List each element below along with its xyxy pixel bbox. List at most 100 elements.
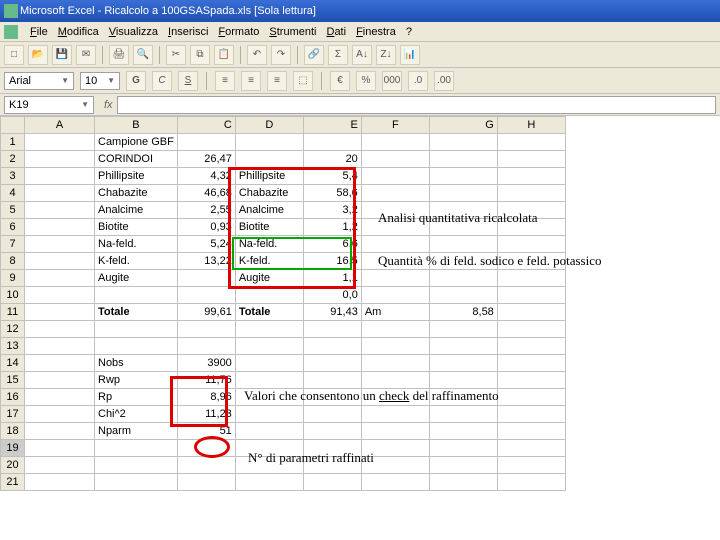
cell-G8[interactable] [429,253,497,270]
column-header-F[interactable]: F [361,117,429,134]
column-header-H[interactable]: H [497,117,565,134]
cell-H12[interactable] [497,321,565,338]
cell-G19[interactable] [429,440,497,457]
menu-help[interactable]: ? [406,26,412,38]
column-header-C[interactable]: C [177,117,235,134]
cell-A19[interactable] [25,440,95,457]
column-header-G[interactable]: G [429,117,497,134]
thousands-button[interactable]: 000 [382,71,402,91]
redo-button[interactable]: ↷ [271,45,291,65]
cell-H17[interactable] [497,406,565,423]
menu-modifica[interactable]: Modifica [58,26,99,38]
sort-desc-button[interactable]: Z↓ [376,45,396,65]
cell-C3[interactable]: 4,32 [177,168,235,185]
cell-G9[interactable] [429,270,497,287]
cell-E5[interactable]: 3,2 [303,202,361,219]
cell-C16[interactable]: 8,96 [177,389,235,406]
cell-B17[interactable]: Chi^2 [95,406,178,423]
row-header-6[interactable]: 6 [1,219,25,236]
cell-B12[interactable] [95,321,178,338]
column-header-E[interactable]: E [303,117,361,134]
cell-H5[interactable] [497,202,565,219]
cell-B18[interactable]: Nparm [95,423,178,440]
cell-H16[interactable] [497,389,565,406]
cell-H19[interactable] [497,440,565,457]
row-header-12[interactable]: 12 [1,321,25,338]
cell-F3[interactable] [361,168,429,185]
font-selector[interactable]: Arial▼ [4,72,74,90]
cell-F8[interactable] [361,253,429,270]
cell-F1[interactable] [361,134,429,151]
cell-H3[interactable] [497,168,565,185]
column-header-A[interactable]: A [25,117,95,134]
menu-file[interactable]: File [30,26,48,38]
cell-C18[interactable]: 51 [177,423,235,440]
row-header-19[interactable]: 19 [1,440,25,457]
link-button[interactable]: 🔗 [304,45,324,65]
cell-G18[interactable] [429,423,497,440]
cell-E14[interactable] [303,355,361,372]
cell-F12[interactable] [361,321,429,338]
cell-D11[interactable]: Totale [235,304,303,321]
cell-B2[interactable]: CORINDOI [95,151,178,168]
cell-B14[interactable]: Nobs [95,355,178,372]
cell-B16[interactable]: Rp [95,389,178,406]
cell-A10[interactable] [25,287,95,304]
cell-D2[interactable] [235,151,303,168]
row-header-13[interactable]: 13 [1,338,25,355]
column-header-D[interactable]: D [235,117,303,134]
paste-button[interactable]: 📋 [214,45,234,65]
cell-B15[interactable]: Rwp [95,372,178,389]
cell-F15[interactable] [361,372,429,389]
cell-F19[interactable] [361,440,429,457]
cell-E15[interactable] [303,372,361,389]
row-header-7[interactable]: 7 [1,236,25,253]
cell-F20[interactable] [361,457,429,474]
cell-A15[interactable] [25,372,95,389]
cell-H18[interactable] [497,423,565,440]
cell-C17[interactable]: 11,23 [177,406,235,423]
cell-H8[interactable] [497,253,565,270]
row-header-9[interactable]: 9 [1,270,25,287]
cell-G12[interactable] [429,321,497,338]
preview-button[interactable]: 🔍 [133,45,153,65]
cell-F16[interactable] [361,389,429,406]
cell-A7[interactable] [25,236,95,253]
cell-E10[interactable]: 0,0 [303,287,361,304]
name-box[interactable]: K19▼ [4,96,94,114]
cell-F9[interactable] [361,270,429,287]
cut-button[interactable]: ✂ [166,45,186,65]
cell-G3[interactable] [429,168,497,185]
cell-F6[interactable] [361,219,429,236]
formula-input[interactable] [117,96,716,114]
cell-B4[interactable]: Chabazite [95,185,178,202]
align-right-button[interactable]: ≡ [267,71,287,91]
cell-G1[interactable] [429,134,497,151]
cell-E13[interactable] [303,338,361,355]
font-size-selector[interactable]: 10▼ [80,72,120,90]
cell-C8[interactable]: 13,22 [177,253,235,270]
cell-D8[interactable]: K-feld. [235,253,303,270]
menu-dati[interactable]: Dati [326,26,346,38]
cell-D9[interactable]: Augite [235,270,303,287]
cell-E19[interactable] [303,440,361,457]
cell-D1[interactable] [235,134,303,151]
cell-H7[interactable] [497,236,565,253]
cell-E12[interactable] [303,321,361,338]
cell-D21[interactable] [235,474,303,491]
menu-formato[interactable]: Formato [218,26,259,38]
cell-D14[interactable] [235,355,303,372]
row-header-15[interactable]: 15 [1,372,25,389]
cell-B21[interactable] [95,474,178,491]
cell-G16[interactable] [429,389,497,406]
cell-C19[interactable] [177,440,235,457]
copy-button[interactable]: ⧉ [190,45,210,65]
row-header-8[interactable]: 8 [1,253,25,270]
cell-G14[interactable] [429,355,497,372]
cell-B5[interactable]: Analcime [95,202,178,219]
row-header-3[interactable]: 3 [1,168,25,185]
cell-F4[interactable] [361,185,429,202]
cell-G21[interactable] [429,474,497,491]
cell-F10[interactable] [361,287,429,304]
cell-C7[interactable]: 5,24 [177,236,235,253]
